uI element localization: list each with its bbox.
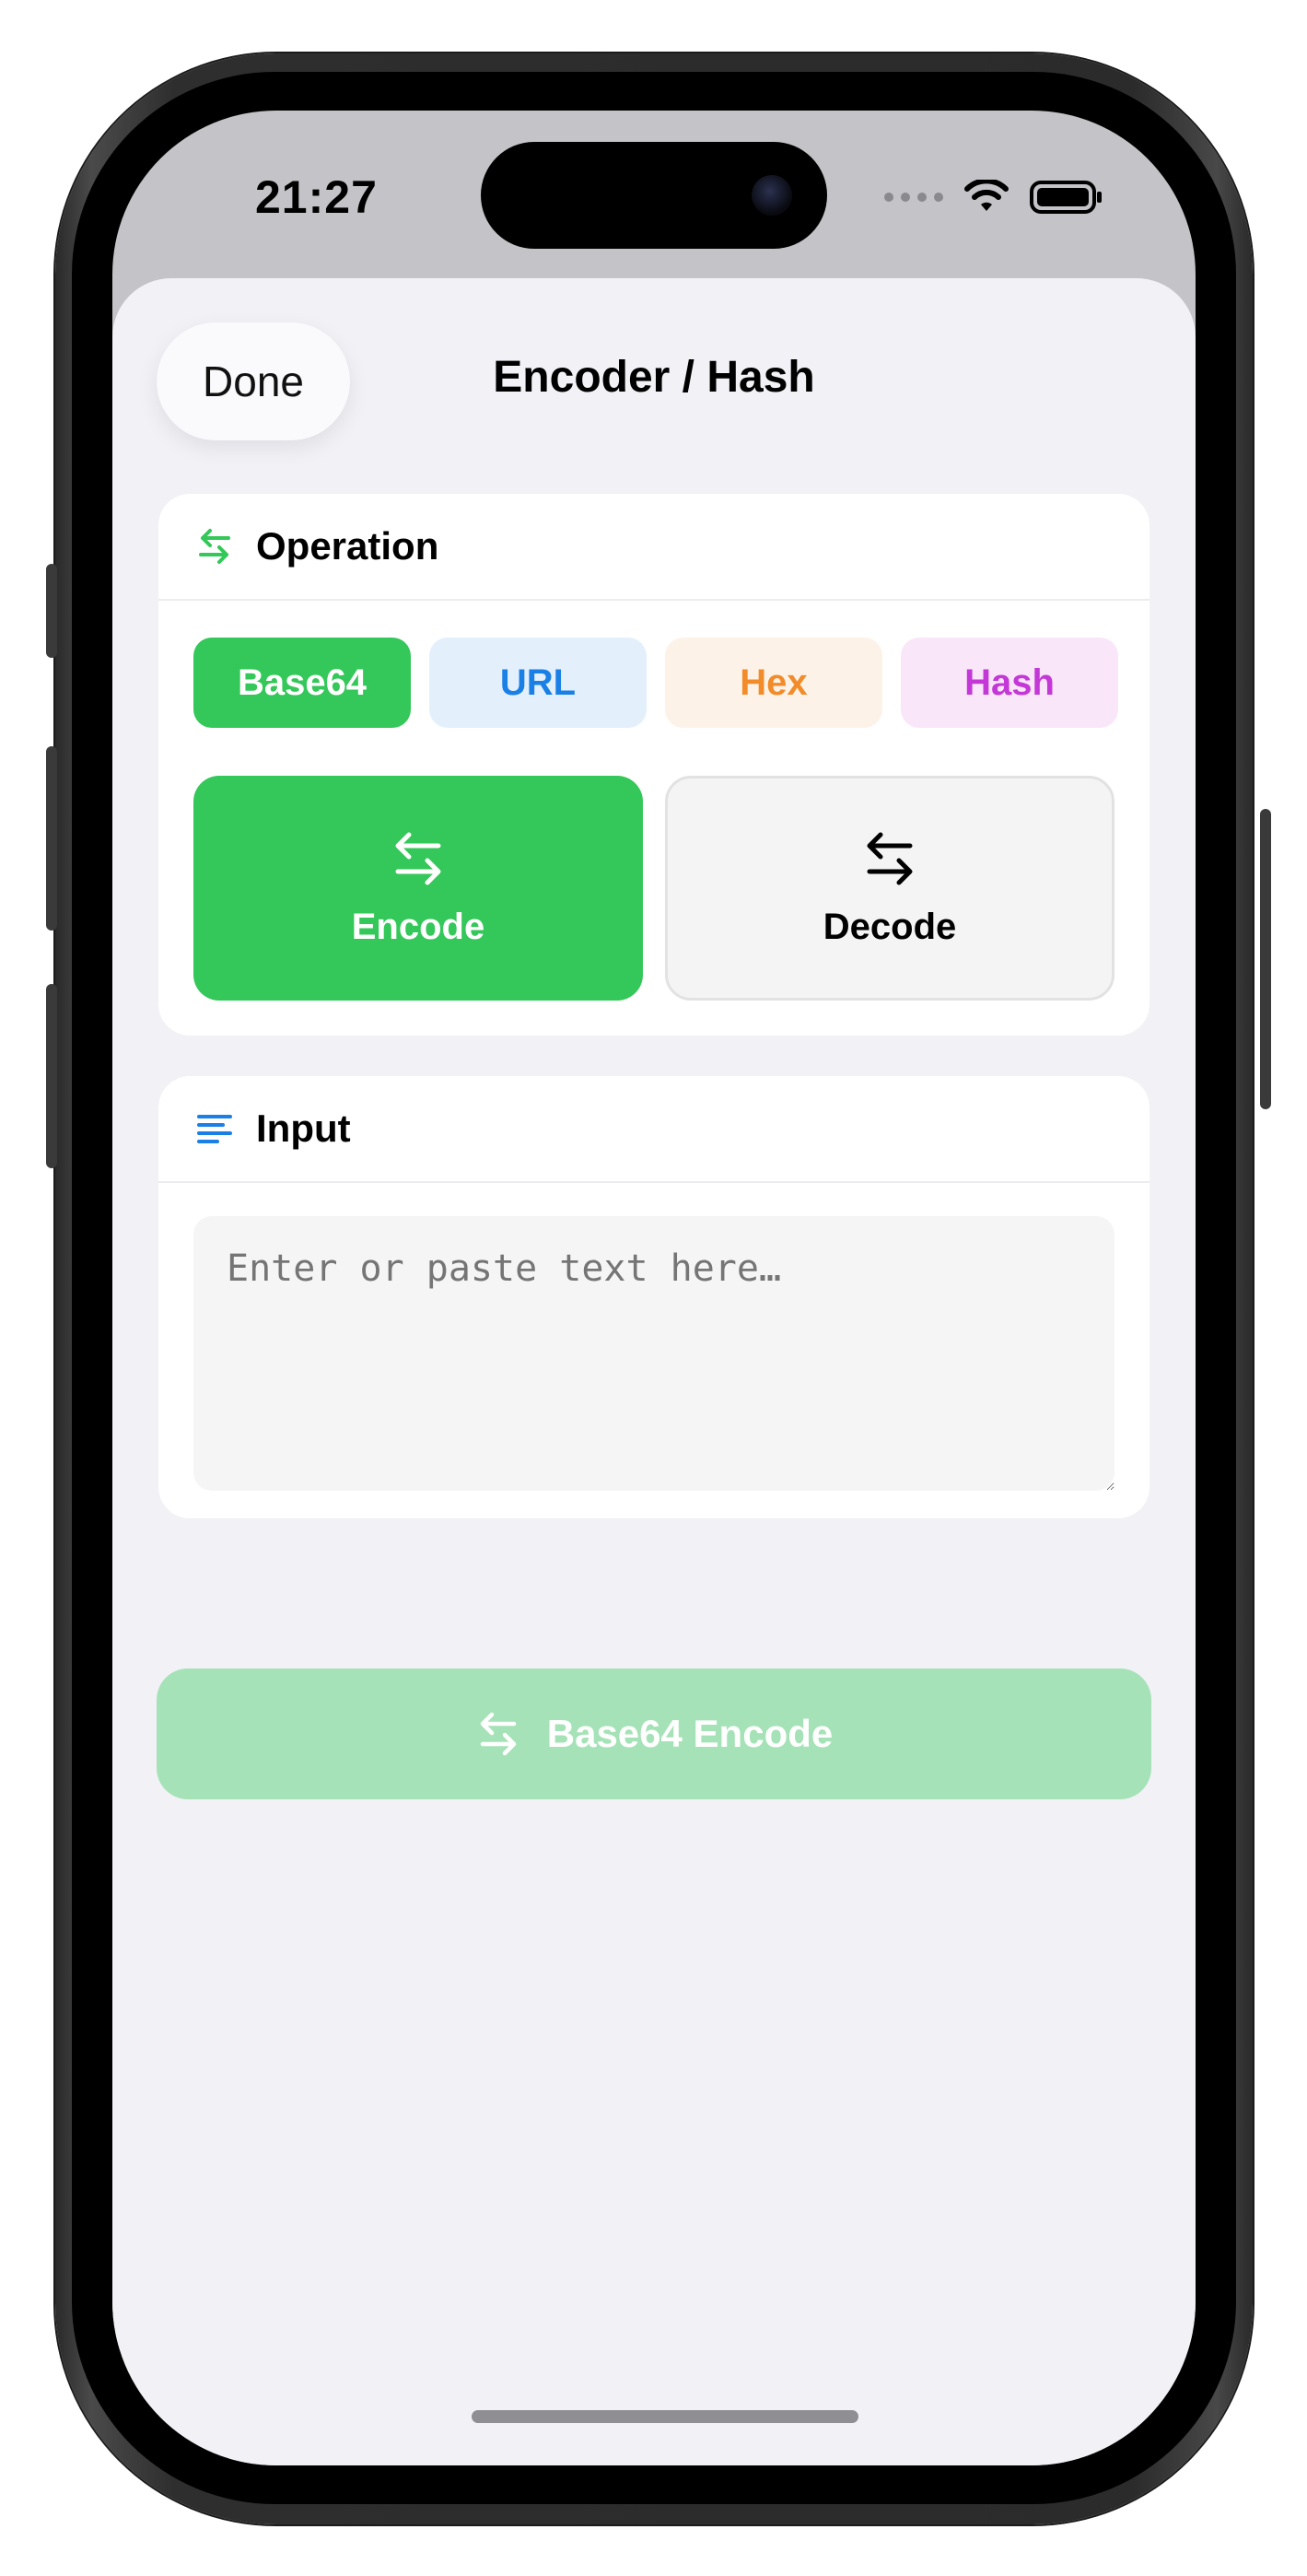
input-card: Input bbox=[158, 1076, 1149, 1518]
tab-base64[interactable]: Base64 bbox=[193, 638, 411, 728]
page-title: Encoder / Hash bbox=[493, 353, 815, 402]
phone-screen: 21:27 Done Encoder / Hash Operation Base… bbox=[112, 111, 1196, 2465]
tab-hex[interactable]: Hex bbox=[665, 638, 882, 728]
camera-icon bbox=[752, 175, 792, 216]
status-indicators bbox=[884, 179, 1103, 216]
power-side-button bbox=[1260, 809, 1271, 1109]
operation-card: Operation Base64 URL Hex Hash Encode Dec… bbox=[158, 494, 1149, 1036]
encode-label: Encode bbox=[351, 906, 485, 947]
input-header: Input bbox=[158, 1076, 1149, 1183]
arrows-swap-icon bbox=[867, 832, 913, 884]
tab-url[interactable]: URL bbox=[429, 638, 647, 728]
encoder-sheet: Done Encoder / Hash Operation Base64 URL… bbox=[112, 278, 1196, 2465]
battery-icon bbox=[1030, 181, 1102, 214]
arrows-swap-icon bbox=[395, 832, 441, 884]
operation-header: Operation bbox=[158, 494, 1149, 601]
cellular-signal-icon bbox=[884, 193, 943, 202]
status-time: 21:27 bbox=[255, 171, 378, 223]
base64-encode-button[interactable]: Base64 Encode bbox=[157, 1669, 1151, 1799]
input-title: Input bbox=[256, 1107, 351, 1150]
operation-tabs: Base64 URL Hex Hash bbox=[193, 638, 1118, 728]
action-side-button bbox=[46, 564, 57, 658]
volume-down-side-button bbox=[46, 984, 57, 1168]
dynamic-island bbox=[481, 142, 827, 249]
operation-title: Operation bbox=[256, 524, 439, 568]
arrows-swap-icon bbox=[199, 529, 230, 564]
home-indicator[interactable] bbox=[472, 2410, 858, 2423]
volume-up-side-button bbox=[46, 746, 57, 931]
decode-label: Decode bbox=[823, 906, 957, 947]
decode-button[interactable]: Decode bbox=[665, 776, 1114, 1001]
encode-button[interactable]: Encode bbox=[193, 776, 643, 1001]
arrows-swap-icon bbox=[480, 1712, 516, 1756]
tab-hash[interactable]: Hash bbox=[901, 638, 1118, 728]
text-lines-icon bbox=[197, 1115, 232, 1143]
wifi-icon bbox=[964, 180, 1009, 211]
action-label: Base64 Encode bbox=[546, 1712, 834, 1755]
input-text-field[interactable] bbox=[193, 1216, 1114, 1491]
